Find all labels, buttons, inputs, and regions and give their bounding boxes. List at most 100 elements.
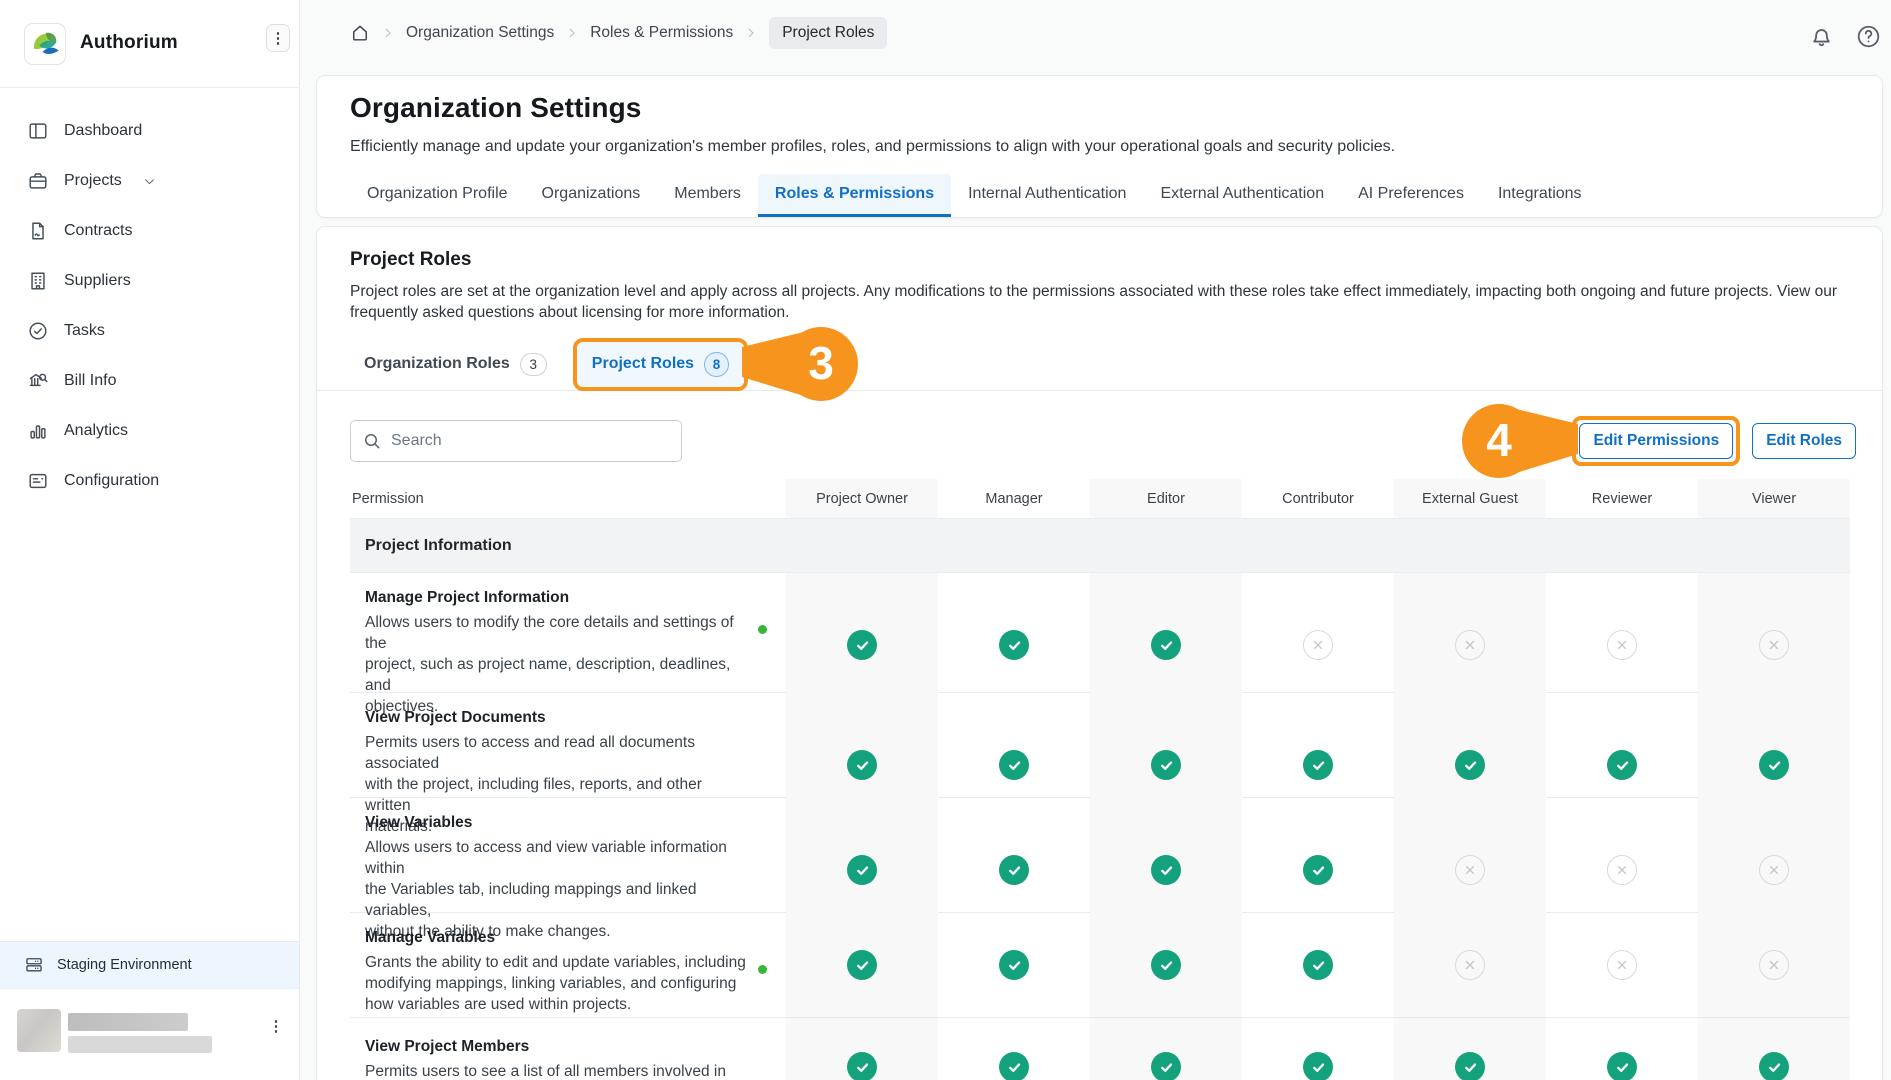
denied-x-icon xyxy=(1759,950,1789,980)
subtab-organization-roles[interactable]: Organization Roles 3 xyxy=(350,338,561,391)
chevron-down-icon xyxy=(141,173,158,190)
sidebar-item-dashboard[interactable]: Dashboard xyxy=(0,106,299,156)
sidebar-item-label: Contracts xyxy=(64,222,132,240)
status-cell-reviewer xyxy=(1546,913,1698,1017)
avatar[interactable] xyxy=(17,1009,61,1052)
status-cell-manager xyxy=(938,1018,1090,1080)
tab-ai-preferences[interactable]: AI Preferences xyxy=(1341,174,1481,217)
denied-x-icon xyxy=(1759,630,1789,660)
settings-tabs: Organization ProfileOrganizationsMembers… xyxy=(350,174,1599,217)
edit-roles-button[interactable]: Edit Roles xyxy=(1752,423,1856,459)
search-input[interactable] xyxy=(350,420,682,462)
subtab-label: Organization Roles xyxy=(364,355,510,373)
denied-x-icon xyxy=(1607,855,1637,885)
granted-check-icon xyxy=(1303,855,1333,885)
tab-organization-profile[interactable]: Organization Profile xyxy=(350,174,525,217)
permission-name: Manage Project Information xyxy=(365,589,746,607)
green-dot-indicator xyxy=(758,625,767,634)
granted-check-icon xyxy=(847,630,877,660)
denied-x-icon xyxy=(1455,950,1485,980)
annotation-step-4: 4 xyxy=(1460,402,1578,480)
environment-switcher[interactable]: Staging Environment xyxy=(0,941,299,989)
edit-permissions-button[interactable]: Edit Permissions xyxy=(1579,423,1733,459)
sidebar-item-contracts[interactable]: Contracts xyxy=(0,206,299,256)
column-header-external-guest: External Guest xyxy=(1394,479,1546,518)
granted-check-icon xyxy=(1151,1052,1181,1080)
denied-x-icon xyxy=(1455,630,1485,660)
granted-check-icon xyxy=(1607,1052,1637,1080)
breadcrumb-link-organization-settings[interactable]: Organization Settings xyxy=(406,24,554,42)
breadcrumb-link-roles-permissions[interactable]: Roles & Permissions xyxy=(590,24,733,42)
contract-icon xyxy=(27,220,49,242)
status-cell-external-guest xyxy=(1394,913,1546,1017)
table-row-view-project-members: View Project MembersPermits users to see… xyxy=(350,1018,1850,1080)
granted-check-icon xyxy=(847,1052,877,1080)
permission-description: Permits users to see a list of all membe… xyxy=(365,1061,746,1080)
granted-check-icon xyxy=(847,855,877,885)
granted-check-icon xyxy=(847,950,877,980)
home-icon[interactable] xyxy=(350,23,370,43)
denied-x-icon xyxy=(1303,630,1333,660)
column-header-editor: Editor xyxy=(1090,479,1242,518)
granted-check-icon xyxy=(999,630,1029,660)
sidebar-kebab-menu-icon[interactable]: ⋮ xyxy=(266,24,290,52)
svg-text:3: 3 xyxy=(808,337,834,389)
sidebar-item-configuration[interactable]: Configuration xyxy=(0,456,299,506)
granted-check-icon xyxy=(1455,1052,1485,1080)
column-header-permission: Permission xyxy=(350,479,786,518)
granted-check-icon xyxy=(1759,1052,1789,1080)
granted-check-icon xyxy=(1151,630,1181,660)
column-header-project-owner: Project Owner xyxy=(786,479,938,518)
permission-description: Grants the ability to edit and update va… xyxy=(365,952,746,1015)
permission-cell: Manage Variables Grants the ability to ed… xyxy=(350,913,786,1017)
table-header-row: Permission Project OwnerManagerEditorCon… xyxy=(350,479,1850,519)
table-row-manage-project-information: Manage Project InformationAllows users t… xyxy=(350,573,1850,693)
notifications-bell-icon[interactable] xyxy=(1808,23,1835,50)
granted-check-icon xyxy=(999,950,1029,980)
granted-check-icon xyxy=(1151,750,1181,780)
breadcrumb: Organization Settings Roles & Permissions… xyxy=(350,0,887,66)
user-kebab-menu-icon[interactable]: ⋮ xyxy=(264,1012,288,1040)
permissions-table: Permission Project OwnerManagerEditorCon… xyxy=(350,479,1850,1080)
tab-internal-authentication[interactable]: Internal Authentication xyxy=(951,174,1143,217)
status-cell-reviewer xyxy=(1546,1018,1698,1080)
chevron-right-icon xyxy=(380,25,396,41)
granted-check-icon xyxy=(1455,750,1485,780)
sidebar-item-bill-info[interactable]: Bill Info xyxy=(0,356,299,406)
sidebar-item-tasks[interactable]: Tasks xyxy=(0,306,299,356)
sidebar-item-label: Analytics xyxy=(64,422,128,440)
granted-check-icon xyxy=(999,1052,1029,1080)
granted-check-icon xyxy=(999,750,1029,780)
granted-check-icon xyxy=(1151,950,1181,980)
building-icon xyxy=(27,270,49,292)
granted-check-icon xyxy=(999,855,1029,885)
tab-members[interactable]: Members xyxy=(657,174,758,217)
permission-name: Manage Variables xyxy=(365,929,746,947)
chevron-right-icon xyxy=(564,25,580,41)
authorium-logo-icon xyxy=(24,23,66,65)
help-icon[interactable] xyxy=(1855,23,1882,50)
granted-check-icon xyxy=(1607,750,1637,780)
tab-integrations[interactable]: Integrations xyxy=(1481,174,1599,217)
search-icon xyxy=(362,431,382,451)
sidebar-item-suppliers[interactable]: Suppliers xyxy=(0,256,299,306)
chevron-right-icon xyxy=(743,25,759,41)
bar-chart-icon xyxy=(27,420,49,442)
sidebar-item-projects[interactable]: Projects xyxy=(0,156,299,206)
project-roles-count-badge: 8 xyxy=(704,352,729,377)
section-description: Project roles are set at the organizatio… xyxy=(350,281,1858,323)
status-cell-contributor xyxy=(1242,1018,1394,1080)
column-header-contributor: Contributor xyxy=(1242,479,1394,518)
table-row-manage-variables: Manage Variables Grants the ability to ed… xyxy=(350,913,1850,1018)
denied-x-icon xyxy=(1607,630,1637,660)
tab-external-authentication[interactable]: External Authentication xyxy=(1143,174,1341,217)
sidebar-item-label: Bill Info xyxy=(64,372,116,390)
granted-check-icon xyxy=(1303,950,1333,980)
status-cell-editor xyxy=(1090,1018,1242,1080)
dashboard-icon xyxy=(27,120,49,142)
sidebar-item-analytics[interactable]: Analytics xyxy=(0,406,299,456)
tab-organizations[interactable]: Organizations xyxy=(525,174,658,217)
tab-roles-permissions[interactable]: Roles & Permissions xyxy=(758,174,951,217)
subtab-project-roles[interactable]: Project Roles 8 xyxy=(577,342,744,387)
briefcase-icon xyxy=(27,170,49,192)
